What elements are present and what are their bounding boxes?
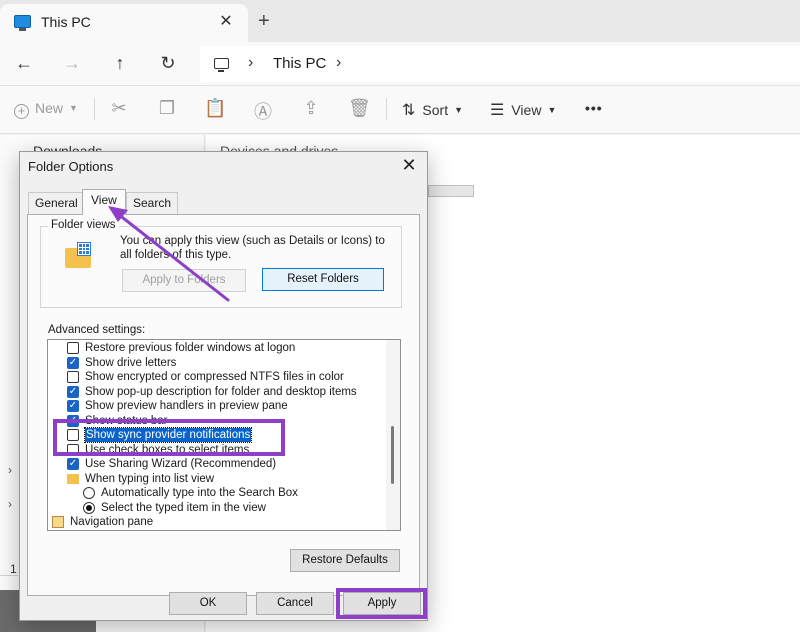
highlight-box-apply — [336, 588, 427, 619]
share-icon[interactable]: ⇪ — [300, 98, 322, 119]
checkbox[interactable]: ✓ — [67, 356, 79, 369]
tab-title: This PC — [41, 14, 91, 30]
radio-button[interactable] — [83, 501, 95, 514]
dialog-title: Folder Options — [28, 159, 114, 174]
expand-chevron-icon[interactable]: › — [8, 463, 12, 477]
pc-icon — [214, 58, 229, 72]
restore-defaults-button[interactable]: Restore Defaults — [290, 549, 400, 572]
up-arrow-icon[interactable]: ↑ — [108, 52, 132, 74]
close-tab-icon[interactable]: ✕ — [216, 11, 236, 31]
highlight-box-sync-notifications — [53, 419, 285, 456]
chevron-down-icon: ▼ — [69, 103, 78, 113]
tab-bar: This PC ✕ + — [0, 0, 800, 42]
radio-button[interactable] — [83, 487, 95, 499]
drive-usage-bar — [428, 185, 474, 197]
new-label: New — [35, 100, 64, 116]
navigation-pane-icon — [52, 516, 64, 528]
chevron-down-icon: ▼ — [454, 105, 464, 115]
sort-label: Sort — [422, 102, 449, 118]
view-button[interactable]: ☰ View ▼ — [490, 100, 556, 120]
divider — [94, 98, 95, 120]
refresh-icon[interactable]: ↻ — [156, 52, 180, 74]
checkbox[interactable]: ✓ — [67, 400, 79, 412]
checkbox[interactable] — [67, 342, 79, 354]
checkbox[interactable]: ✓ — [67, 385, 79, 398]
reset-folders-button[interactable]: Reset Folders — [262, 268, 384, 291]
tab-general[interactable]: General — [28, 192, 85, 214]
scrollbar-thumb[interactable] — [391, 426, 394, 484]
monitor-icon — [14, 15, 31, 31]
folder-icon — [67, 473, 79, 484]
navigation-bar: ← → ↑ ↻ › This PC › — [0, 42, 800, 86]
sort-icon: ⇅ — [402, 102, 416, 119]
ok-button[interactable]: OK — [169, 592, 247, 615]
checkbox[interactable]: ✓ — [67, 458, 79, 470]
chevron-right-icon[interactable]: › — [248, 54, 253, 72]
more-options-button[interactable]: ••• — [585, 100, 603, 116]
folder-views-description: You can apply this view (such as Details… — [120, 235, 385, 261]
status-item-count: 1 — [10, 562, 17, 576]
forward-arrow-icon[interactable]: → — [60, 52, 84, 74]
tab-view[interactable]: View — [82, 189, 126, 215]
folder-options-dialog: Folder Options ✕ General View Search Fol… — [19, 151, 428, 621]
breadcrumb-this-pc[interactable]: This PC — [273, 55, 326, 72]
delete-icon[interactable]: 🗑 — [348, 98, 371, 119]
copy-icon[interactable]: ❐ — [156, 98, 178, 119]
new-button[interactable]: + New ▼ — [14, 100, 78, 119]
view-icon: ☰ — [490, 102, 505, 119]
view-label: View — [511, 102, 542, 118]
folder-view-icon — [65, 242, 93, 270]
cancel-button[interactable]: Cancel — [256, 592, 334, 615]
close-icon[interactable]: ✕ — [399, 155, 419, 176]
tab-this-pc[interactable]: This PC ✕ — [0, 4, 248, 42]
folder-views-label: Folder views — [48, 219, 119, 231]
address-bar[interactable]: › This PC › — [200, 46, 800, 82]
expand-chevron-icon[interactable]: › — [8, 497, 12, 511]
new-tab-button[interactable]: + — [258, 11, 270, 31]
checkbox[interactable] — [67, 371, 79, 383]
paste-icon[interactable]: 📋 — [204, 98, 226, 119]
chevron-down-icon: ▼ — [547, 105, 557, 115]
rename-icon[interactable]: Ⓐ — [252, 98, 274, 124]
sort-button[interactable]: ⇅ Sort ▼ — [402, 100, 463, 120]
command-bar: + New ▼ ✂ ❐ 📋 Ⓐ ⇪ 🗑 ⇅ Sort ▼ ☰ View ▼ ••• — [0, 86, 800, 134]
apply-to-folders-button[interactable]: Apply to Folders — [122, 269, 246, 292]
scrollbar[interactable] — [386, 340, 400, 530]
divider — [386, 98, 387, 120]
tab-search[interactable]: Search — [126, 192, 179, 214]
cut-icon[interactable]: ✂ — [108, 98, 130, 119]
back-arrow-icon[interactable]: ← — [12, 52, 36, 74]
advanced-settings-label: Advanced settings: — [48, 324, 146, 336]
chevron-right-icon[interactable]: › — [336, 54, 341, 72]
plus-icon: + — [14, 104, 29, 119]
